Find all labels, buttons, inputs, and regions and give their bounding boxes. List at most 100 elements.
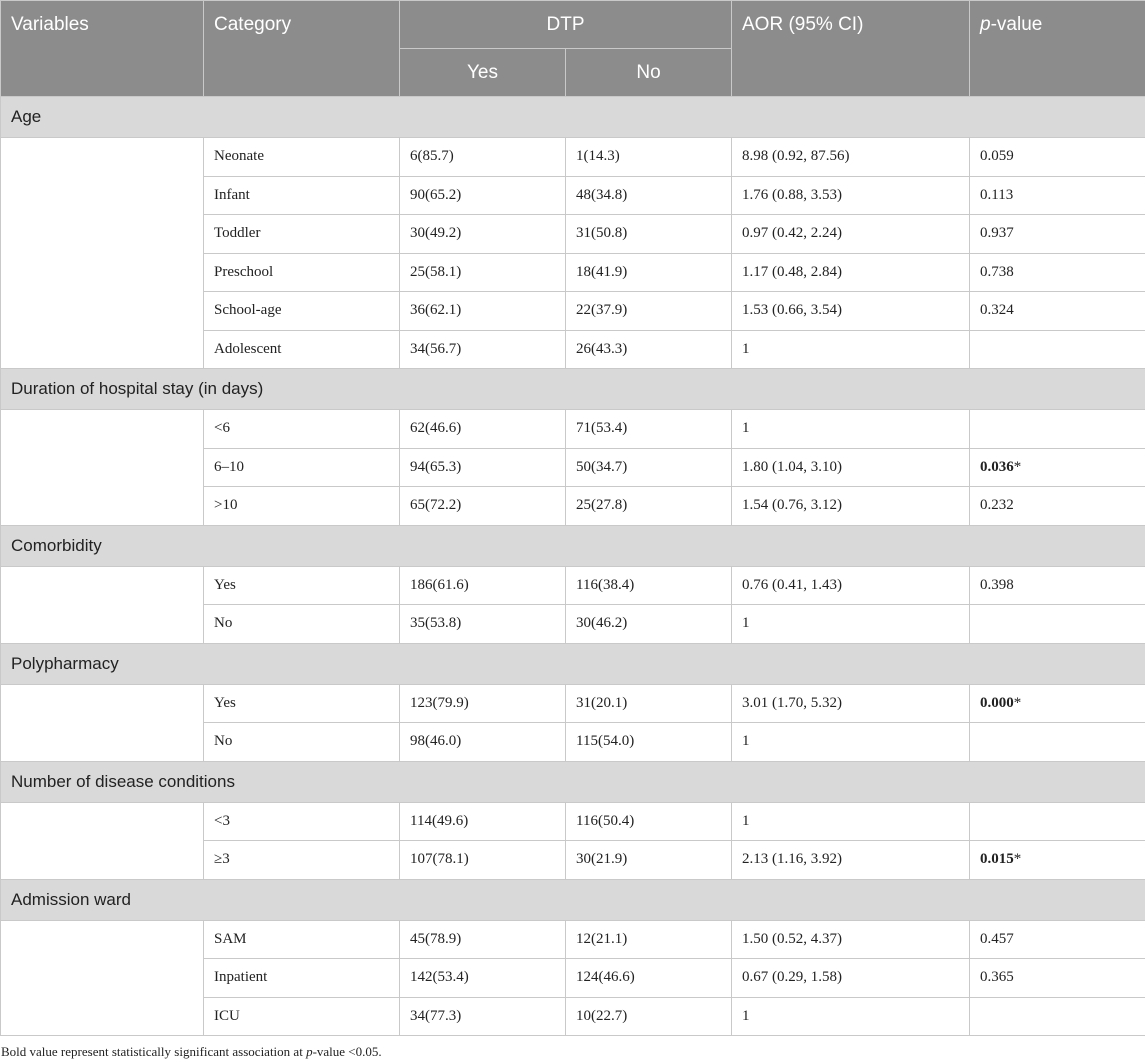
p-value-cell: 0.365 — [969, 958, 1145, 998]
dtp-no-cell: 25(27.8) — [565, 486, 732, 526]
section-row: Age — [0, 96, 1145, 138]
category-cell: No — [203, 722, 400, 762]
p-value-cell — [969, 801, 1145, 841]
p-value-cell: 0.937 — [969, 214, 1145, 254]
significance-marker: * — [1013, 851, 1022, 868]
category-cell: SAM — [203, 919, 400, 959]
aor-cell: 1.53 (0.66, 3.54) — [731, 291, 970, 331]
header-dtp-no: No — [565, 48, 732, 97]
aor-cell: 1.50 (0.52, 4.37) — [731, 919, 970, 959]
p-value-cell: 0.398 — [969, 565, 1145, 605]
dtp-no-cell: 10(22.7) — [565, 996, 732, 1036]
p-value-cell: 0.232 — [969, 486, 1145, 526]
category-cell: Yes — [203, 565, 400, 605]
dtp-no-cell: 12(21.1) — [565, 919, 732, 959]
dtp-no-cell: 71(53.4) — [565, 409, 732, 449]
section-row: Admission ward — [0, 878, 1145, 921]
header-p-italic: p — [980, 14, 991, 35]
aor-cell: 0.76 (0.41, 1.43) — [731, 565, 970, 605]
aor-cell: 1 — [731, 329, 970, 369]
footnote: Bold value represent statistically signi… — [1, 1044, 382, 1060]
header-dtp: DTP — [399, 0, 732, 49]
dtp-yes-cell: 25(58.1) — [399, 252, 566, 292]
table-row: Yes 123(79.9) 31(20.1) 3.01 (1.70, 5.32) 0.0… — [0, 683, 1145, 762]
table-body: Age Neonate 6(85.7) 1(14.3) 8.98 (0.92, 87.5… — [0, 96, 1145, 1036]
section-title: Comorbidity — [0, 524, 1145, 567]
category-cell: School-age — [203, 291, 400, 331]
dtp-no-cell: 18(41.9) — [565, 252, 732, 292]
results-table: Variables Category DTP AOR (95% CI) p-va… — [0, 0, 1145, 1036]
dtp-yes-cell: 65(72.2) — [399, 486, 566, 526]
aor-cell: 2.13 (1.16, 3.92) — [731, 840, 970, 880]
p-value-cell: 0.059 — [969, 137, 1145, 177]
aor-cell: 1.76 (0.88, 3.53) — [731, 175, 970, 215]
dtp-no-cell: 124(46.6) — [565, 958, 732, 998]
dtp-no-cell: 115(54.0) — [565, 722, 732, 762]
dtp-yes-cell: 123(79.9) — [399, 683, 566, 723]
aor-cell: 1 — [731, 801, 970, 841]
category-cell: No — [203, 604, 400, 644]
variable-cell-empty — [0, 683, 204, 762]
aor-cell: 1 — [731, 722, 970, 762]
p-value-cell: 0.457 — [969, 919, 1145, 959]
category-cell: ICU — [203, 996, 400, 1036]
dtp-yes-cell: 30(49.2) — [399, 214, 566, 254]
significance-marker: * — [1013, 694, 1022, 711]
p-value-cell: 0.738 — [969, 252, 1145, 292]
category-cell: Neonate — [203, 137, 400, 177]
p-value-cell — [969, 604, 1145, 644]
significance-marker: * — [1013, 458, 1022, 475]
aor-cell: 1 — [731, 996, 970, 1036]
section-title: Polypharmacy — [0, 642, 1145, 685]
section-title: Age — [0, 96, 1145, 138]
dtp-yes-cell: 36(62.1) — [399, 291, 566, 331]
aor-cell: 1.17 (0.48, 2.84) — [731, 252, 970, 292]
aor-cell: 8.98 (0.92, 87.56) — [731, 137, 970, 177]
p-value-cell — [969, 409, 1145, 449]
section-row: Polypharmacy — [0, 642, 1145, 685]
category-cell: ≥3 — [203, 840, 400, 880]
p-value-cell: 0.015* — [969, 840, 1145, 880]
dtp-yes-cell: 34(77.3) — [399, 996, 566, 1036]
section-row: Duration of hospital stay (in days) — [0, 368, 1145, 410]
category-cell: <3 — [203, 801, 400, 841]
section-row: Comorbidity — [0, 524, 1145, 567]
dtp-no-cell: 116(50.4) — [565, 801, 732, 841]
footnote-after: -value <0.05. — [312, 1044, 382, 1059]
p-value-cell: 0.324 — [969, 291, 1145, 331]
p-value-cell — [969, 996, 1145, 1036]
dtp-no-cell: 30(46.2) — [565, 604, 732, 644]
category-cell: Yes — [203, 683, 400, 723]
table-row: Neonate 6(85.7) 1(14.3) 8.98 (0.92, 87.56) 0… — [0, 137, 1145, 369]
header-variables: Variables — [0, 0, 204, 97]
variable-cell-empty — [0, 409, 204, 526]
dtp-yes-cell: 107(78.1) — [399, 840, 566, 880]
variable-cell-empty — [0, 801, 204, 880]
table-header: Variables Category DTP AOR (95% CI) p-va… — [0, 0, 1145, 97]
p-value-bold: 0.015 — [980, 851, 1014, 868]
dtp-yes-cell: 6(85.7) — [399, 137, 566, 177]
p-value-bold: 0.036 — [980, 458, 1014, 475]
aor-cell: 0.67 (0.29, 1.58) — [731, 958, 970, 998]
category-cell: Toddler — [203, 214, 400, 254]
variable-cell-empty — [0, 137, 204, 369]
section-title: Admission ward — [0, 878, 1145, 921]
variable-cell-empty — [0, 919, 204, 1036]
aor-cell: 1 — [731, 604, 970, 644]
p-value-cell: 0.113 — [969, 175, 1145, 215]
section-row: Number of disease conditions — [0, 760, 1145, 803]
header-aor: AOR (95% CI) — [731, 0, 970, 97]
dtp-yes-cell: 90(65.2) — [399, 175, 566, 215]
aor-cell: 0.97 (0.42, 2.24) — [731, 214, 970, 254]
dtp-no-cell: 30(21.9) — [565, 840, 732, 880]
dtp-no-cell: 26(43.3) — [565, 329, 732, 369]
dtp-no-cell: 116(38.4) — [565, 565, 732, 605]
dtp-yes-cell: 142(53.4) — [399, 958, 566, 998]
p-value-cell — [969, 329, 1145, 369]
table-row: <6 62(46.6) 71(53.4) 1 — [0, 409, 1145, 526]
category-cell: Inpatient — [203, 958, 400, 998]
dtp-yes-cell: 186(61.6) — [399, 565, 566, 605]
aor-cell: 1.54 (0.76, 3.12) — [731, 486, 970, 526]
p-value-cell: 0.036* — [969, 447, 1145, 487]
dtp-no-cell: 1(14.3) — [565, 137, 732, 177]
